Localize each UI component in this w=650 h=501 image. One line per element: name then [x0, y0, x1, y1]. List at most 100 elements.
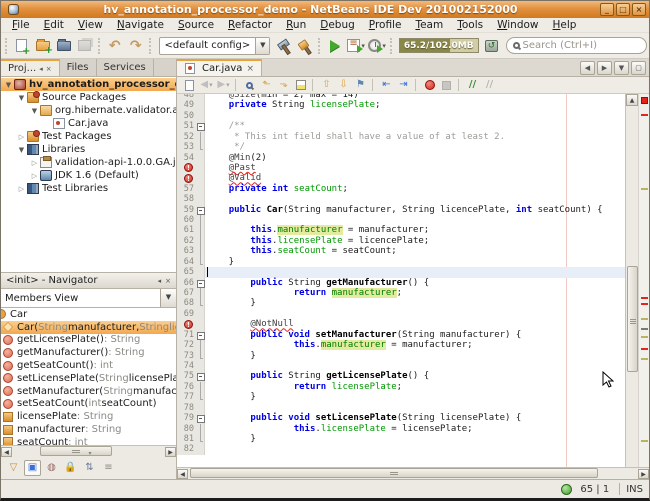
debug-button[interactable]: ▾ [346, 36, 366, 56]
close-tab-icon[interactable]: × [246, 64, 254, 74]
fold-start-icon[interactable] [196, 330, 205, 340]
explorer-tab-proj[interactable]: Proj...◂× [1, 59, 60, 76]
code-line[interactable]: 76 return licensePlate; [177, 382, 625, 392]
scroll-tabs-left-button[interactable]: ◀ [580, 61, 595, 75]
scroll-tabs-right-button[interactable]: ▶ [597, 61, 612, 75]
uncomment-button[interactable]: // [481, 78, 498, 93]
fold-mid-icon[interactable] [196, 340, 205, 350]
error-stripe-mark[interactable] [641, 188, 648, 190]
menu-profile[interactable]: Profile [362, 19, 409, 31]
tree-row[interactable]: ▼Source Packages [1, 91, 176, 104]
navigator-item[interactable]: getLicensePlate() : String [1, 334, 176, 347]
expander-closed-icon[interactable]: ▷ [30, 172, 39, 180]
tree-row[interactable]: ▼Libraries [1, 143, 176, 156]
code-line[interactable]: 67 return manufacturer; [177, 288, 625, 298]
error-stripe-mark[interactable] [641, 440, 648, 442]
code-line[interactable]: @Past [177, 163, 625, 173]
code-line[interactable]: 71 public void setManufacturer(String ma… [177, 330, 625, 340]
code-line[interactable]: 50 [177, 111, 625, 121]
scroll-right-button[interactable]: ▶ [165, 447, 176, 457]
error-stripe-mark[interactable] [641, 318, 648, 320]
fold-mid-icon[interactable] [196, 236, 205, 246]
scroll-up-button[interactable]: ▲ [626, 94, 638, 106]
shift-line-left-button[interactable]: ⇤ [378, 78, 395, 93]
scrollbar-thumb[interactable] [627, 266, 638, 372]
previous-occurrence-button[interactable]: ⬑ [258, 78, 275, 93]
navigator-item[interactable]: setManufacturer(String manufacturer) [1, 385, 176, 398]
minimize-button[interactable]: _ [600, 3, 614, 16]
scroll-left-button[interactable]: ◀ [177, 469, 188, 479]
code-line[interactable]: 74 [177, 361, 625, 371]
tab-car-java[interactable]: Car.java × [177, 59, 262, 76]
navigator-item[interactable]: Car [1, 308, 176, 321]
quick-search-input[interactable]: Search (Ctrl+I) [506, 37, 647, 54]
navigator-item[interactable]: seatCount : int [1, 436, 176, 445]
code-line[interactable]: @Valid [177, 173, 625, 183]
run-button[interactable] [325, 36, 345, 56]
code-line[interactable]: 62 this.licensePlate = licencePlate; [177, 236, 625, 246]
code-line[interactable]: @NotNull [177, 319, 625, 329]
fold-end-icon[interactable] [196, 257, 205, 267]
fold-mid-icon[interactable] [196, 246, 205, 256]
menu-tools[interactable]: Tools [450, 19, 490, 31]
menu-navigate[interactable]: Navigate [110, 19, 171, 31]
tree-row[interactable]: ▷JDK 1.6 (Default) [1, 169, 176, 182]
expander-closed-icon[interactable]: ▷ [17, 133, 26, 141]
code-line[interactable]: 54 @Min(2) [177, 153, 625, 163]
code-line[interactable]: 58 [177, 194, 625, 204]
error-stripe-mark[interactable] [641, 348, 648, 350]
tree-row[interactable]: ▷validation-api-1.0.0.GA.jar [1, 156, 176, 169]
fold-start-icon[interactable] [196, 278, 205, 288]
code-line[interactable]: 72 this.manufacturer = manufacturer; [177, 340, 625, 350]
code-line[interactable]: 57 private int seatCount; [177, 184, 625, 194]
scroll-left-button[interactable]: ◀ [1, 447, 12, 457]
menu-source[interactable]: Source [171, 19, 221, 31]
code-line[interactable]: 79 public void setLicensePlate(String li… [177, 413, 625, 423]
fold-mid-icon[interactable] [196, 424, 205, 434]
code-line[interactable]: 61 this.manufacturer = manufacturer; [177, 225, 625, 235]
show-non-public-filter-button[interactable]: 🔒 [62, 460, 79, 476]
show-fields-filter-button[interactable]: ▣ [24, 460, 41, 476]
find-selection-button[interactable] [241, 78, 258, 93]
menu-view[interactable]: View [71, 19, 110, 31]
expander-open-icon[interactable]: ▼ [4, 81, 13, 89]
error-stripe-mark[interactable] [641, 336, 648, 338]
explorer-tab-files[interactable]: Files [60, 59, 97, 76]
code-line[interactable]: 52 * This int field shall have a value o… [177, 132, 625, 142]
fold-mid-icon[interactable] [196, 382, 205, 392]
expander-open-icon[interactable]: ▼ [30, 107, 39, 115]
tree-row[interactable]: ▼hv_annotation_processor_demo [1, 78, 176, 91]
save-all-button[interactable] [75, 36, 95, 56]
code-line[interactable]: 66 public String getManufacturer() { [177, 278, 625, 288]
navigator-header[interactable]: <init> - Navigator ◂ × [1, 273, 176, 289]
toggle-highlight-button[interactable] [292, 78, 309, 93]
build-button[interactable] [274, 36, 294, 56]
navigator-item[interactable]: setSeatCount(int seatCount) [1, 398, 176, 411]
code-line[interactable]: 82 [177, 444, 625, 454]
fold-end-icon[interactable] [196, 434, 205, 444]
menu-help[interactable]: Help [546, 19, 584, 31]
toggle-bookmark-button[interactable]: ⚑ [352, 78, 369, 93]
menu-debug[interactable]: Debug [313, 19, 362, 31]
show-inherited-filter-button[interactable]: ▽ [5, 460, 22, 476]
error-stripe[interactable] [638, 94, 649, 467]
code-line[interactable]: 59 public Car(String manufacturer, Strin… [177, 205, 625, 215]
code-line[interactable]: 64 } [177, 257, 625, 267]
menu-run[interactable]: Run [279, 19, 313, 31]
next-bookmark-button[interactable]: ⇩ [335, 78, 352, 93]
back-button[interactable]: ◀▾ [198, 78, 215, 93]
code-line[interactable]: 73 } [177, 351, 625, 361]
fold-start-icon[interactable] [196, 205, 205, 215]
scroll-right-button[interactable]: ▶ [638, 469, 649, 479]
scrollbar-thumb[interactable] [190, 468, 598, 478]
minimize-panel-icon[interactable]: ◂ [158, 277, 162, 285]
tree-row[interactable]: ▷Test Packages [1, 130, 176, 143]
fold-mid-icon[interactable] [196, 215, 205, 225]
code-line[interactable]: 81 } [177, 434, 625, 444]
show-static-filter-button[interactable]: ◍ [43, 460, 60, 476]
new-file-button[interactable] [12, 36, 32, 56]
fold-mid-icon[interactable] [196, 132, 205, 142]
sort-by-name-filter-button[interactable]: ⇅ [81, 460, 98, 476]
fold-end-icon[interactable] [196, 142, 205, 152]
error-stripe-mark[interactable] [641, 114, 648, 116]
